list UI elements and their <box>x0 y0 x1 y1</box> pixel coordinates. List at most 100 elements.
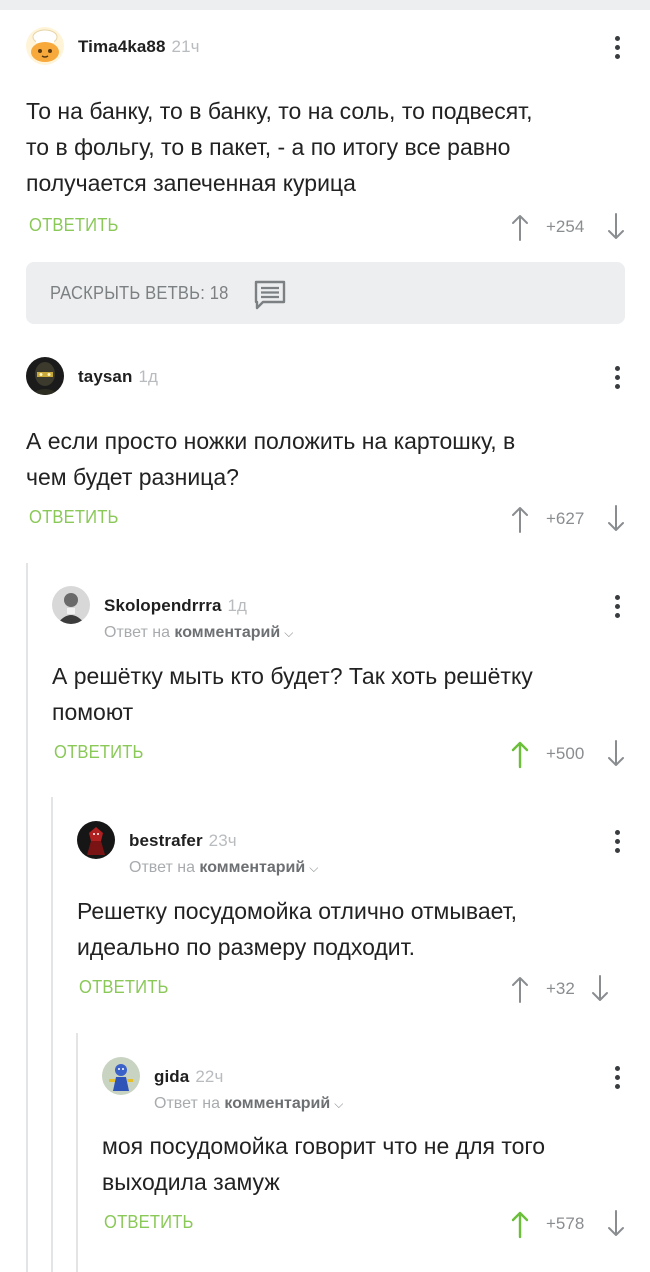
comment-actions: ОТВЕТИТЬ +578 <box>102 1208 631 1240</box>
comment-text: То на банку, то в банку, то на соль, то … <box>26 93 626 201</box>
chevron-down-icon[interactable]: ⌵ <box>284 626 293 640</box>
comment-time: 1д <box>227 596 248 615</box>
chef-cat-avatar[interactable] <box>26 27 64 65</box>
chevron-down-icon[interactable]: ⌵ <box>309 861 318 875</box>
username[interactable]: taysan 1д <box>78 367 158 387</box>
more-options-icon[interactable] <box>607 27 627 67</box>
comment-text-line: Решетку посудомойка отлично отмывает, <box>77 898 518 924</box>
reply-to-link[interactable]: Ответ на комментарий ⌵ <box>129 859 318 877</box>
upvote-arrow-icon[interactable] <box>510 504 530 534</box>
reply-to-target[interactable]: комментарий <box>199 859 305 876</box>
comment-text-line: выходила замуж <box>102 1169 280 1195</box>
upvote-arrow-icon[interactable] <box>510 212 530 242</box>
vote-score: +500 <box>546 744 585 763</box>
reply-button[interactable]: ОТВЕТИТЬ <box>104 1212 194 1233</box>
thread-line-level-2[interactable] <box>51 797 53 1272</box>
more-options-icon[interactable] <box>607 1057 627 1097</box>
comment-time: 23ч <box>208 831 237 850</box>
vote-score: +627 <box>546 509 585 528</box>
thread-line-level-3[interactable] <box>76 1033 78 1272</box>
comment-lines-icon <box>254 280 286 310</box>
downvote-arrow-icon[interactable] <box>606 504 626 534</box>
username[interactable]: gida 22ч <box>154 1067 223 1087</box>
expand-branch-label: РАСКРЫТЬ ВЕТВЬ: 18 <box>50 283 229 303</box>
comment-time: 21ч <box>171 37 200 56</box>
vote-controls: +32 <box>510 973 610 1005</box>
comment-time: 22ч <box>195 1067 224 1086</box>
comment-actions: ОТВЕТИТЬ +500 <box>52 738 631 770</box>
comment-text-line: идеально по размеру подходит. <box>77 934 416 960</box>
username[interactable]: Tima4ka88 21ч <box>78 37 200 57</box>
red-figure-avatar[interactable] <box>77 821 115 859</box>
comment-header: Tima4ka88 21ч <box>26 27 631 67</box>
comment-text-line: А если просто ножки положить на картошку… <box>26 428 516 454</box>
comment-gida: gida 22ч Ответ на комментарий ⌵ моя посудо… <box>102 1057 631 1247</box>
comment-header: taysan 1д <box>26 357 631 397</box>
comment-time: 1д <box>138 367 159 386</box>
vote-score: +578 <box>546 1214 585 1233</box>
reply-to-prefix: Ответ на <box>129 859 195 876</box>
reply-to-link[interactable]: Ответ на комментарий ⌵ <box>154 1095 343 1113</box>
username-text[interactable]: Tima4ka88 <box>78 37 166 56</box>
comment-bestrafer: bestrafer 23ч Ответ на комментарий ⌵ Решет… <box>77 821 631 1011</box>
vote-controls: +578 <box>510 1208 626 1240</box>
reply-to-prefix: Ответ на <box>154 1095 220 1112</box>
downvote-arrow-icon[interactable] <box>606 739 626 769</box>
reply-button[interactable]: ОТВЕТИТЬ <box>79 977 169 998</box>
comment-tima4ka88: Tima4ka88 21ч То на банку, то в банку, то… <box>26 27 631 247</box>
portrait-avatar[interactable] <box>52 586 90 624</box>
comment-skolopendrrra: Skolopendrrra 1д Ответ на комментарий ⌵ А … <box>52 586 631 776</box>
more-options-icon[interactable] <box>607 821 627 861</box>
downvote-arrow-icon[interactable] <box>606 1209 626 1239</box>
comment-text: Решетку посудомойка отлично отмывает, ид… <box>77 893 627 965</box>
comment-text-line: получается запеченная курица <box>26 170 356 196</box>
reply-to-target[interactable]: комментарий <box>174 624 280 641</box>
vote-controls: +254 <box>510 211 626 243</box>
thread-line-level-1[interactable] <box>26 563 28 1272</box>
comment-text-line: то в фольгу, то в пакет, - а по итогу вс… <box>26 134 511 160</box>
comment-text: А решётку мыть кто будет? Так хоть решёт… <box>52 658 627 730</box>
comment-header: gida 22ч Ответ на комментарий ⌵ <box>102 1057 631 1112</box>
comment-text-line: То на банку, то в банку, то на соль, то … <box>26 98 533 124</box>
reply-button[interactable]: ОТВЕТИТЬ <box>54 742 144 763</box>
comment-text: моя посудомойка говорит что не для того … <box>102 1128 627 1200</box>
upvote-arrow-icon[interactable] <box>510 739 530 769</box>
username-text[interactable]: bestrafer <box>129 831 203 850</box>
reply-button[interactable]: ОТВЕТИТЬ <box>29 507 119 528</box>
username[interactable]: bestrafer 23ч <box>129 831 237 851</box>
comment-taysan: taysan 1д А если просто ножки положить на… <box>26 357 631 547</box>
comment-text: А если просто ножки положить на картошку… <box>26 423 626 495</box>
expand-branch-button[interactable]: РАСКРЫТЬ ВЕТВЬ: 18 <box>26 262 625 324</box>
toy-figure-avatar[interactable] <box>102 1057 140 1095</box>
comment-actions: ОТВЕТИТЬ +627 <box>26 503 631 535</box>
vote-score: +32 <box>546 979 575 998</box>
reply-button[interactable]: ОТВЕТИТЬ <box>29 215 119 236</box>
vote-controls: +500 <box>510 738 626 770</box>
downvote-arrow-icon[interactable] <box>606 212 626 242</box>
comment-text-line: чем будет разница? <box>26 464 239 490</box>
username-text[interactable]: gida <box>154 1067 189 1086</box>
comment-header: Skolopendrrra 1д Ответ на комментарий ⌵ <box>52 586 631 641</box>
vote-controls: +627 <box>510 503 626 535</box>
username-text[interactable]: Skolopendrrra <box>104 596 222 615</box>
comment-text-line: А решётку мыть кто будет? Так хоть решёт… <box>52 663 533 689</box>
reply-to-target[interactable]: комментарий <box>224 1095 330 1112</box>
chevron-down-icon[interactable]: ⌵ <box>334 1097 343 1111</box>
comment-actions: ОТВЕТИТЬ +32 <box>77 973 631 1005</box>
comment-header: bestrafer 23ч Ответ на комментарий ⌵ <box>77 821 631 876</box>
reply-to-prefix: Ответ на <box>104 624 170 641</box>
upvote-arrow-icon[interactable] <box>510 974 530 1004</box>
upvote-arrow-icon[interactable] <box>510 1209 530 1239</box>
reply-to-link[interactable]: Ответ на комментарий ⌵ <box>104 624 293 642</box>
comment-text-line: моя посудомойка говорит что не для того <box>102 1133 546 1159</box>
top-divider <box>0 0 650 10</box>
comment-actions: ОТВЕТИТЬ +254 <box>26 211 631 243</box>
comment-text-line: помоют <box>52 699 134 725</box>
username-text[interactable]: taysan <box>78 367 132 386</box>
downvote-arrow-icon[interactable] <box>590 974 610 1004</box>
more-options-icon[interactable] <box>607 357 627 397</box>
ninja-avatar[interactable] <box>26 357 64 395</box>
username[interactable]: Skolopendrrra 1д <box>104 596 247 616</box>
more-options-icon[interactable] <box>607 586 627 626</box>
vote-score: +254 <box>546 217 585 236</box>
